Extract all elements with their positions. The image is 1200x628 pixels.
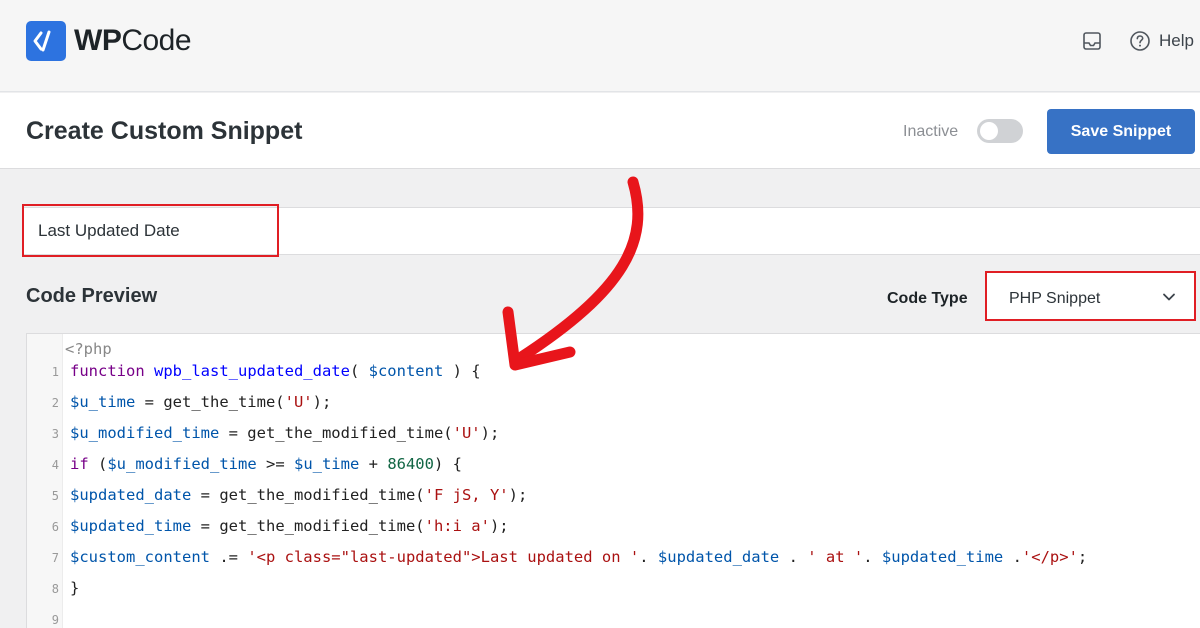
help-link[interactable]: Help	[1129, 30, 1194, 52]
code-line: 2 $u_time = get_the_time('U');	[27, 387, 1200, 417]
code-token: );	[312, 393, 332, 411]
line-number: 7	[51, 551, 59, 565]
code-token: );	[508, 486, 528, 504]
code-text: if ($u_modified_time >= $u_time + 86400)…	[70, 449, 462, 479]
code-token: = get_the_modified_time(	[191, 517, 425, 535]
code-text: $u_modified_time = get_the_modified_time…	[70, 418, 499, 448]
code-preview-heading: Code Preview	[26, 285, 158, 307]
code-token: = get_the_time(	[135, 393, 285, 411]
code-token: $u_time	[70, 393, 136, 411]
code-token: = get_the_modified_time(	[191, 486, 425, 504]
code-line: 1 function wpb_last_updated_date( $conten…	[27, 356, 1200, 386]
code-line: 3 $u_modified_time = get_the_modified_tim…	[27, 418, 1200, 448]
code-token: }	[70, 579, 80, 597]
chevron-down-icon	[1163, 293, 1175, 301]
code-token: $custom_content	[70, 548, 210, 566]
page-title: Create Custom Snippet	[26, 117, 303, 145]
code-token: if	[70, 455, 89, 473]
help-label: Help	[1159, 31, 1194, 50]
save-snippet-button[interactable]: Save Snippet	[1047, 109, 1195, 154]
code-token: $updated_date	[657, 548, 780, 566]
code-token: = get_the_modified_time(	[219, 424, 453, 442]
code-token: >=	[256, 455, 294, 473]
code-token: 'F jS, Y'	[424, 486, 509, 504]
inbox-icon[interactable]	[1081, 30, 1103, 52]
code-type-select[interactable]: PHP Snippet	[985, 271, 1196, 321]
code-text: $updated_date = get_the_modified_time('F…	[70, 480, 527, 510]
code-token: $content	[368, 362, 444, 380]
code-line: 7 $custom_content .= '<p class="last-upda…	[27, 542, 1200, 572]
code-token: );	[480, 424, 500, 442]
code-line: 4 if ($u_modified_time >= $u_time + 86400…	[27, 449, 1200, 479]
page-header: Create Custom Snippet Inactive Save Snip…	[0, 93, 1200, 169]
status-label: Inactive	[903, 123, 959, 140]
code-line: 8}	[27, 573, 1200, 603]
line-number: 6	[51, 520, 59, 534]
help-circle-icon	[1130, 31, 1150, 51]
code-text: $u_time = get_the_time('U');	[70, 387, 331, 417]
code-line: 5 $updated_date = get_the_modified_time('…	[27, 480, 1200, 510]
line-number: 2	[51, 396, 59, 410]
line-number: 3	[51, 427, 59, 441]
line-number: 9	[51, 613, 59, 627]
code-token: );	[489, 517, 509, 535]
code-token: 'h:i a'	[424, 517, 490, 535]
code-token: $updated_time	[70, 517, 192, 535]
snippet-title-value: Last Updated Date	[38, 221, 180, 240]
code-editor[interactable]: <?php 1 function wpb_last_updated_date( $…	[26, 333, 1200, 628]
code-line: 9	[27, 604, 1200, 628]
code-text: function wpb_last_updated_date( $content…	[70, 356, 481, 386]
code-type-label: Code Type	[887, 290, 968, 307]
code-token: ;	[1077, 548, 1088, 566]
code-token: 86400	[387, 455, 434, 473]
code-token: $u_time	[293, 455, 360, 473]
line-number: 1	[51, 365, 59, 379]
code-token: (	[349, 362, 369, 380]
code-token: 'U'	[452, 424, 481, 442]
code-token: ' at '	[807, 548, 864, 566]
active-toggle[interactable]	[977, 119, 1023, 143]
code-token: $u_modified_time	[70, 424, 220, 442]
code-token: $updated_date	[70, 486, 192, 504]
code-text: }	[70, 573, 79, 603]
code-token: .	[779, 548, 808, 566]
code-token: '<p class="last-updated">Last updated on…	[247, 548, 640, 566]
top-bar: WPCode Help	[0, 0, 1200, 92]
code-token: $u_modified_time	[107, 455, 257, 473]
code-token: $updated_time	[881, 548, 1004, 566]
code-type-value: PHP Snippet	[1009, 290, 1101, 307]
toggle-knob	[980, 122, 998, 140]
code-brackets-icon	[26, 21, 66, 61]
top-actions: Help	[1081, 30, 1194, 52]
code-token: .	[863, 548, 882, 566]
line-number: 8	[51, 582, 59, 596]
code-token: +	[359, 455, 388, 473]
code-text: $custom_content .= '<p class="last-updat…	[70, 542, 1087, 572]
code-token: function	[70, 362, 145, 380]
app-name: WPCode	[74, 24, 192, 57]
code-token: 'U'	[284, 393, 313, 411]
code-token: wpb_last_updated_date	[154, 362, 350, 380]
code-token: ) {	[443, 362, 481, 380]
code-token: '</p>'	[1021, 548, 1078, 566]
wpcode-logo[interactable]: WPCode	[26, 21, 192, 61]
code-line: 6 $updated_time = get_the_modified_time('…	[27, 511, 1200, 541]
code-token: (	[88, 455, 108, 473]
code-token: ) {	[433, 455, 462, 473]
code-token: .	[639, 548, 658, 566]
code-token: .=	[209, 548, 248, 566]
code-token: .	[1003, 548, 1022, 566]
line-number: 5	[51, 489, 59, 503]
code-text: $updated_time = get_the_modified_time('h…	[70, 511, 509, 541]
line-number: 4	[51, 458, 59, 472]
